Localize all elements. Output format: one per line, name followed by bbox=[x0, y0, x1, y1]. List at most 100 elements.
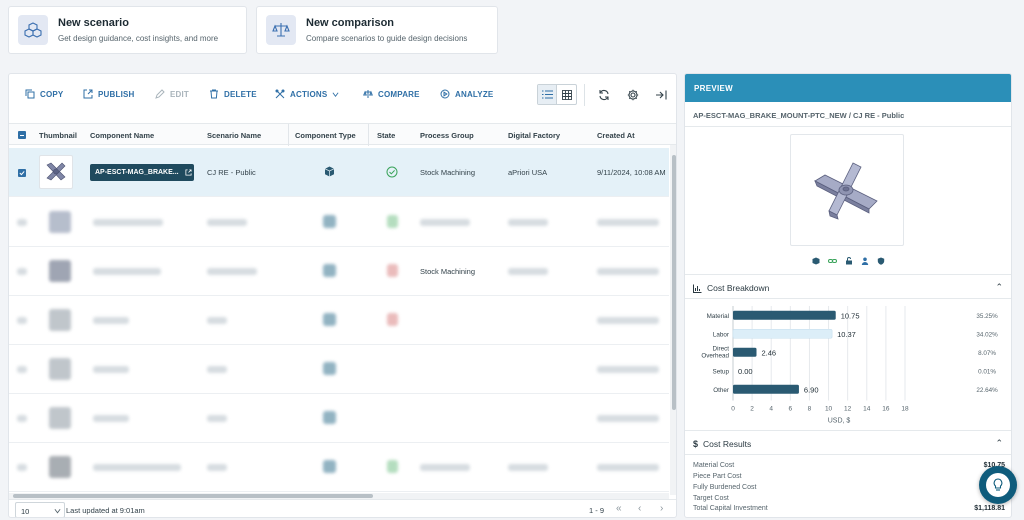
copy-icon bbox=[25, 89, 35, 99]
cost-results-header[interactable]: $ Cost Results bbox=[693, 439, 751, 449]
col-state[interactable]: State bbox=[377, 131, 395, 140]
scenario-table-panel: COPY PUBLISH EDIT DELETE ACTIONS COMPARE… bbox=[8, 73, 677, 518]
col-scenario-name[interactable]: Scenario Name bbox=[207, 131, 261, 140]
new-scenario-card[interactable]: New scenario Get design guidance, cost i… bbox=[8, 6, 247, 54]
edit-button[interactable]: EDIT bbox=[155, 89, 189, 99]
table-row[interactable] bbox=[9, 394, 669, 443]
x-tick-label: 12 bbox=[844, 406, 852, 413]
page-size-select[interactable]: 10 bbox=[15, 502, 65, 517]
shield-icon bbox=[877, 257, 885, 265]
table-row[interactable] bbox=[9, 296, 669, 345]
chevron-up-icon[interactable]: ⌃ bbox=[995, 438, 1003, 449]
next-page-icon[interactable]: › bbox=[660, 503, 663, 514]
compare-icon bbox=[363, 90, 373, 98]
preview-header: PREVIEW bbox=[685, 74, 1011, 102]
preview-component-image[interactable] bbox=[790, 134, 904, 246]
bar-value-label: 0.00 bbox=[738, 367, 753, 376]
pencil-icon bbox=[155, 89, 165, 99]
process-group: Stock Machining bbox=[420, 168, 476, 177]
first-page-icon[interactable]: « bbox=[616, 503, 622, 514]
delete-button[interactable]: DELETE bbox=[209, 89, 257, 99]
created-at: 9/11/2024, 10:08 AM bbox=[597, 168, 666, 177]
preview-panel: PREVIEW AP-ESCT-MAG_BRAKE_MOUNT-PTC_NEW … bbox=[684, 73, 1012, 518]
component-name-link[interactable]: AP-ESCT-MAG_BRAKE... bbox=[90, 164, 194, 181]
bar-value-label: 10.75 bbox=[841, 311, 860, 320]
preview-status-icons bbox=[812, 257, 885, 265]
process-group: Stock Machining bbox=[420, 267, 476, 276]
category-label: Other bbox=[713, 387, 729, 394]
x-tick-label: 6 bbox=[789, 406, 793, 413]
x-tick-label: 4 bbox=[769, 406, 773, 413]
percentage-label: 0.01% bbox=[978, 368, 996, 375]
table-row[interactable] bbox=[9, 443, 669, 492]
bar bbox=[732, 328, 833, 339]
table-vertical-scrollbar[interactable] bbox=[670, 145, 676, 495]
chevron-up-icon[interactable]: ⌃ bbox=[995, 282, 1003, 293]
actions-button[interactable]: ACTIONS bbox=[275, 89, 339, 99]
prev-page-icon[interactable]: ‹ bbox=[638, 503, 641, 514]
component-thumbnail[interactable] bbox=[39, 155, 73, 189]
analyze-button[interactable]: ANALYZE bbox=[440, 89, 493, 99]
table-row[interactable] bbox=[9, 345, 669, 394]
publish-button[interactable]: PUBLISH bbox=[83, 89, 135, 99]
cost-result-row: Target Cost bbox=[693, 495, 729, 502]
table-row[interactable] bbox=[9, 198, 669, 247]
col-component-type[interactable]: Component Type bbox=[295, 131, 356, 140]
cubes-icon bbox=[18, 15, 48, 45]
divider bbox=[685, 126, 1011, 127]
list-view-icon[interactable] bbox=[538, 85, 557, 104]
col-thumbnail[interactable]: Thumbnail bbox=[39, 131, 77, 140]
row-checkbox[interactable] bbox=[18, 169, 26, 177]
scenario-name: CJ RE - Public bbox=[207, 168, 256, 177]
category-label: Direct bbox=[713, 345, 730, 352]
x-tick-label: 18 bbox=[901, 406, 909, 413]
col-component-name[interactable]: Component Name bbox=[90, 131, 154, 140]
collapse-panel-icon[interactable] bbox=[654, 88, 667, 101]
column-divider bbox=[368, 124, 369, 146]
state-complete-icon bbox=[386, 166, 398, 180]
compare-button[interactable]: COMPARE bbox=[363, 89, 420, 99]
col-digital-factory[interactable]: Digital Factory bbox=[508, 131, 560, 140]
user-icon bbox=[861, 257, 869, 265]
trash-icon bbox=[210, 89, 218, 99]
bar bbox=[733, 384, 799, 394]
help-fab-button[interactable] bbox=[979, 466, 1017, 504]
bar bbox=[733, 310, 836, 320]
column-divider bbox=[288, 124, 289, 146]
scale-icon bbox=[266, 15, 296, 45]
gear-icon[interactable] bbox=[626, 88, 639, 101]
toolbar: COPY PUBLISH EDIT DELETE ACTIONS COMPARE… bbox=[9, 74, 676, 116]
table-row-selected[interactable]: AP-ESCT-MAG_BRAKE... CJ RE - Public Stoc… bbox=[9, 148, 669, 197]
publish-icon bbox=[83, 89, 93, 99]
view-toggle bbox=[537, 84, 577, 105]
col-process-group[interactable]: Process Group bbox=[420, 131, 474, 140]
bar bbox=[733, 347, 757, 357]
bar-value-label: 6.90 bbox=[804, 385, 819, 394]
table-footer: 10 Last updated at 9:01am 1 - 9 « ‹ › bbox=[9, 499, 676, 517]
digital-factory: aPriori USA bbox=[508, 168, 548, 177]
divider bbox=[685, 430, 1011, 431]
col-created-at[interactable]: Created At bbox=[597, 131, 635, 140]
cube-icon bbox=[812, 257, 820, 265]
select-all-checkbox[interactable] bbox=[18, 131, 26, 139]
table-header: Thumbnail Component Name Scenario Name C… bbox=[9, 123, 676, 146]
cost-result-row: Material Cost$10.75 bbox=[693, 462, 1005, 469]
table-row[interactable]: Stock Machining bbox=[9, 247, 669, 296]
cost-result-row: Total Capital Investment $1,118.81 bbox=[693, 505, 1005, 512]
divider bbox=[685, 298, 1011, 299]
play-circle-icon bbox=[440, 89, 450, 99]
grid-view-icon[interactable] bbox=[557, 85, 576, 104]
bar-value-label: 10.37 bbox=[837, 330, 856, 339]
percentage-label: 22.64% bbox=[976, 387, 998, 394]
x-axis-label: USD, $ bbox=[828, 418, 851, 425]
page-range: 1 - 9 bbox=[589, 506, 605, 515]
copy-button[interactable]: COPY bbox=[25, 89, 63, 99]
cost-breakdown-header[interactable]: Cost Breakdown bbox=[693, 283, 769, 293]
cost-breakdown-chart: 0 2 4 6 8 10 12 14 16 18 USD, $ Material 10.75 35.25%… bbox=[701, 306, 998, 425]
preview-component-name: AP-ESCT-MAG_BRAKE_MOUNT-PTC_NEW / CJ RE … bbox=[693, 111, 905, 120]
divider bbox=[685, 454, 1011, 455]
x-tick-label: 14 bbox=[863, 406, 871, 413]
new-comparison-card[interactable]: New comparison Compare scenarios to guid… bbox=[256, 6, 498, 54]
refresh-icon[interactable] bbox=[597, 88, 610, 101]
x-tick-label: 2 bbox=[750, 406, 754, 413]
